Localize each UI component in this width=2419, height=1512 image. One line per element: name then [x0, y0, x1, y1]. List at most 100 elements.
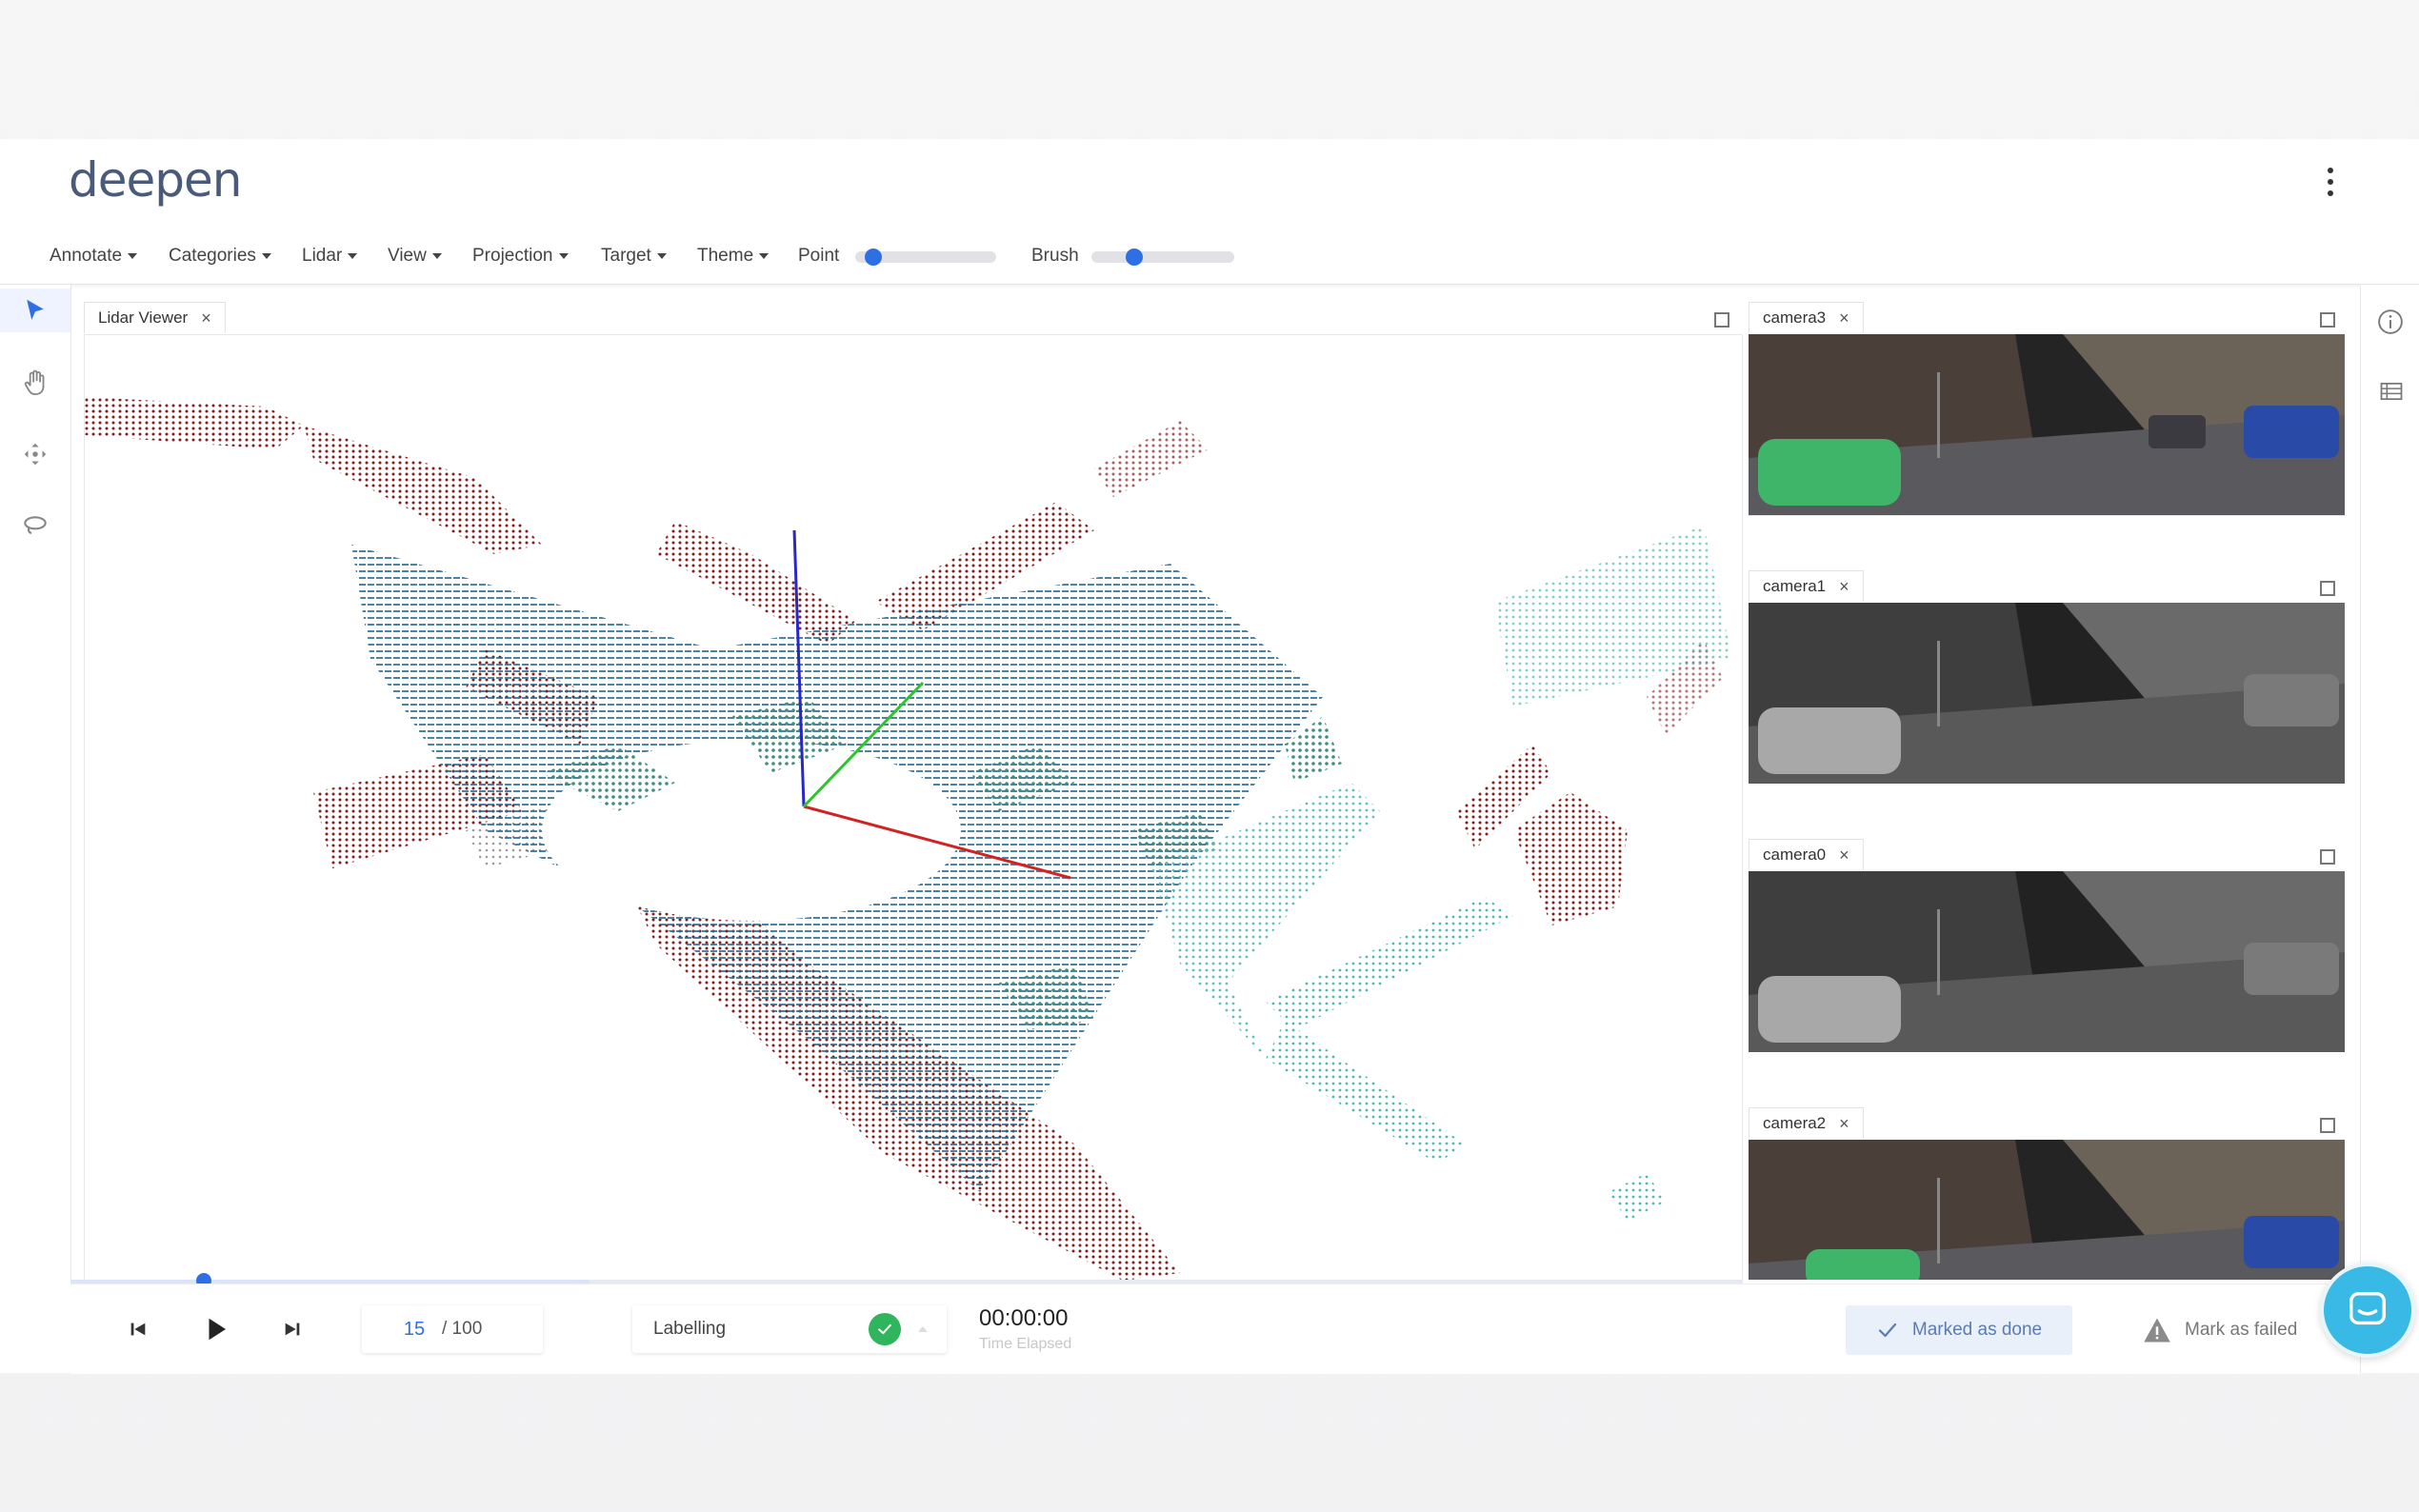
chat-support-button[interactable]: [2320, 1263, 2415, 1358]
point-cloud-view[interactable]: [85, 335, 1742, 1281]
point-size-slider[interactable]: [855, 249, 996, 266]
maximize-icon[interactable]: [1714, 312, 1729, 328]
list-icon[interactable]: [2378, 378, 2405, 405]
lasso-icon: [24, 516, 47, 535]
menu-bar: Annotate Categories Lidar View Projectio…: [0, 229, 2419, 285]
lasso-tool[interactable]: [13, 504, 57, 547]
check-circle-icon: [869, 1313, 901, 1345]
caret-up-icon: [918, 1326, 928, 1332]
caret-down-icon: [261, 253, 271, 259]
play-icon: [209, 1318, 226, 1341]
point-cluster-road-edge: [1266, 1021, 1466, 1164]
menu-label: Target: [601, 246, 651, 266]
menu-lidar[interactable]: Lidar: [302, 246, 358, 267]
lidar-viewer-canvas[interactable]: [84, 334, 1743, 1282]
slider-thumb[interactable]: [865, 249, 883, 266]
maximize-icon[interactable]: [2320, 581, 2335, 596]
deepen-logo: deepen: [69, 152, 242, 208]
close-icon[interactable]: ×: [201, 308, 211, 328]
info-icon[interactable]: [2376, 308, 2405, 336]
warning-icon: [2144, 1318, 2170, 1343]
more-options-icon[interactable]: [2328, 168, 2335, 202]
status-label: Labelling: [653, 1319, 727, 1339]
top-bar: deepen: [0, 139, 2419, 229]
menu-label: Projection: [472, 246, 553, 266]
camera-label: camera0: [1763, 846, 1827, 864]
point-cluster-building: [85, 397, 304, 449]
close-icon[interactable]: ×: [1839, 577, 1849, 597]
hand-pan-icon: [24, 369, 45, 395]
menu-label: Lidar: [302, 246, 343, 266]
select-arrow-icon: [27, 299, 44, 320]
select-tool[interactable]: [0, 288, 70, 332]
camera3-image[interactable]: [1749, 334, 2345, 515]
mark-as-failed-button[interactable]: Mark as failed: [2131, 1305, 2343, 1355]
brush-size-label: Brush: [1031, 246, 1079, 266]
app-window: deepen Annotate Categories Lidar View Pr…: [0, 139, 2419, 1374]
caret-down-icon: [348, 253, 358, 259]
menu-projection[interactable]: Projection: [472, 246, 569, 267]
bottom-bar: 15 / 100 Labelling 00:00:00 Time Elapsed…: [70, 1283, 2360, 1374]
close-icon[interactable]: ×: [1839, 308, 1849, 328]
caret-down-icon: [558, 253, 569, 259]
camera-label: camera1: [1763, 577, 1827, 595]
camera0-image[interactable]: [1749, 871, 2345, 1052]
camera1-image[interactable]: [1749, 603, 2345, 784]
camera2-image[interactable]: [1749, 1140, 2345, 1280]
move-icon: [24, 443, 47, 466]
menu-annotate[interactable]: Annotate: [50, 246, 138, 267]
labelling-status-select[interactable]: Labelling: [632, 1305, 947, 1353]
current-frame-input[interactable]: 15: [400, 1319, 429, 1341]
maximize-icon[interactable]: [2320, 1118, 2335, 1133]
tab-label: Lidar Viewer: [98, 308, 189, 327]
left-toolbar: [0, 285, 71, 1373]
menu-categories[interactable]: Categories: [169, 246, 271, 267]
skip-previous-icon: [130, 1323, 146, 1336]
tab-camera1[interactable]: camera1 ×: [1749, 570, 1864, 602]
point-cluster-wall: [1513, 792, 1628, 925]
done-label: Marked as done: [1911, 1320, 2043, 1340]
skip-next-icon: [285, 1323, 300, 1336]
play-button[interactable]: [202, 1315, 230, 1343]
maximize-icon[interactable]: [2320, 312, 2335, 328]
menu-label: Theme: [697, 246, 754, 266]
menu-label: Categories: [169, 246, 256, 266]
menu-theme[interactable]: Theme: [697, 246, 770, 267]
caret-down-icon: [759, 253, 770, 259]
frame-counter: 15 / 100: [362, 1305, 543, 1353]
street-scene-image: [1749, 334, 2345, 515]
fail-label: Mark as failed: [2185, 1320, 2298, 1340]
point-cluster-building: [1094, 421, 1209, 497]
point-cluster-vegetation: [1609, 1173, 1666, 1221]
tab-camera0[interactable]: camera0 ×: [1749, 839, 1864, 870]
check-icon: [1878, 1323, 1896, 1338]
street-scene-image: [1749, 871, 2345, 1052]
caret-down-icon: [128, 253, 138, 259]
maximize-icon[interactable]: [2320, 849, 2335, 865]
street-scene-image: [1749, 1140, 2345, 1280]
camera-label: camera3: [1763, 308, 1827, 327]
tab-lidar-viewer[interactable]: Lidar Viewer ×: [84, 302, 226, 333]
brush-size-slider[interactable]: [1091, 249, 1234, 266]
elapsed-timer: 00:00:00: [979, 1305, 1069, 1331]
previous-frame-button[interactable]: [124, 1315, 152, 1343]
menu-view[interactable]: View: [388, 246, 442, 267]
menu-target[interactable]: Target: [601, 246, 667, 267]
right-toolbar: [2360, 285, 2419, 1373]
point-size-label: Point: [798, 246, 840, 266]
tab-camera2[interactable]: camera2 ×: [1749, 1107, 1864, 1139]
caret-down-icon: [656, 253, 667, 259]
next-frame-button[interactable]: [278, 1315, 307, 1343]
slider-thumb[interactable]: [1125, 249, 1143, 266]
menu-label: Annotate: [50, 246, 123, 266]
camera-label: camera2: [1763, 1114, 1827, 1132]
chat-icon: [2349, 1292, 2386, 1325]
timer-caption: Time Elapsed: [979, 1336, 1072, 1352]
close-icon[interactable]: ×: [1839, 1114, 1849, 1134]
close-icon[interactable]: ×: [1839, 846, 1849, 865]
marked-as-done-button[interactable]: Marked as done: [1846, 1305, 2072, 1355]
tab-camera3[interactable]: camera3 ×: [1749, 302, 1864, 333]
total-frames: / 100: [442, 1319, 483, 1339]
pan-tool[interactable]: [13, 361, 57, 405]
move-tool[interactable]: [13, 432, 57, 476]
